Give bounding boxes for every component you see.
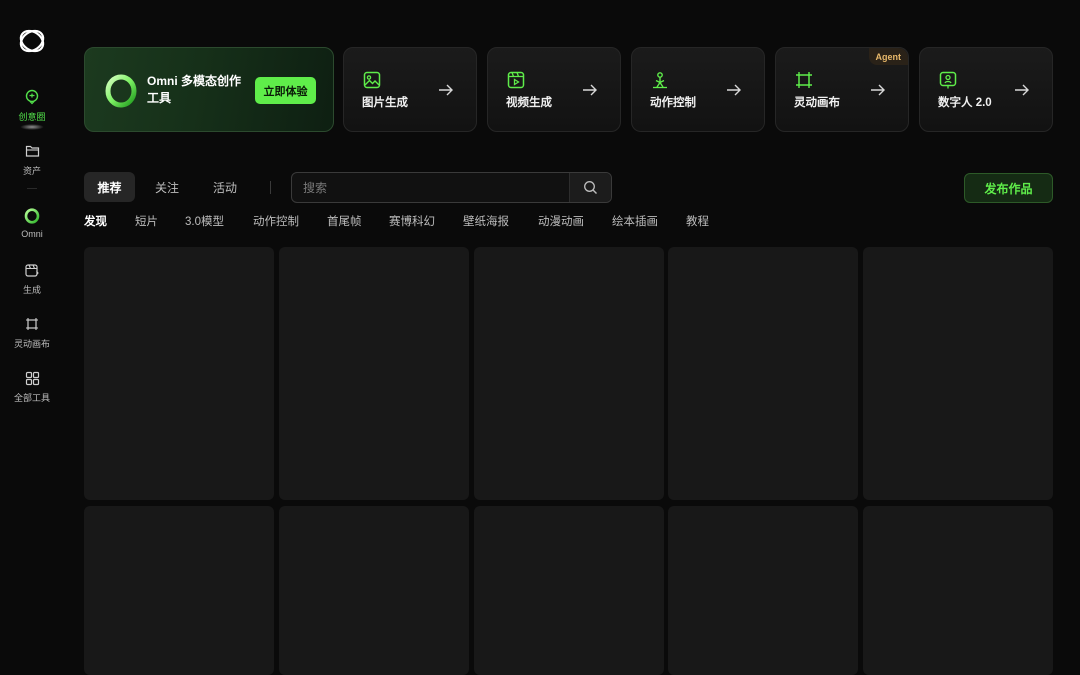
- canvas-frame-icon: [23, 315, 41, 333]
- canvas-card[interactable]: Agent 灵动画布: [775, 47, 909, 132]
- category-tutorial[interactable]: 教程: [686, 213, 709, 229]
- sidebar-item-label: 灵动画布: [13, 339, 50, 349]
- creative-circle-icon: [23, 88, 41, 106]
- sidebar-item-all-tools[interactable]: 全部工具: [0, 369, 64, 417]
- tab-separator: [270, 181, 271, 194]
- search-box: [291, 172, 612, 203]
- image-generation-card[interactable]: 图片生成: [343, 47, 477, 132]
- omni-card-title: Omni 多模态创作工具: [147, 74, 242, 105]
- tab-recommended[interactable]: 推荐: [84, 172, 135, 202]
- folder-icon: [23, 142, 41, 160]
- feature-card-label: 视频生成: [506, 97, 552, 109]
- content-card[interactable]: [84, 247, 274, 500]
- active-indicator: [20, 124, 44, 130]
- try-now-button[interactable]: 立即体验: [255, 77, 316, 104]
- content-card[interactable]: [668, 506, 858, 675]
- content-card[interactable]: [279, 247, 469, 500]
- arrow-right-icon: [1015, 84, 1029, 96]
- app-root: 创意圈 资产 Omni 生成 灵动画布 全部工具 Omni 多模态创作工具 立即…: [0, 0, 1080, 675]
- arrow-right-icon: [727, 84, 741, 96]
- sidebar-item-label: 创意圈: [18, 112, 46, 122]
- feature-card-label: 动作控制: [650, 97, 696, 109]
- content-card[interactable]: [279, 506, 469, 675]
- canvas-frame-icon: [796, 72, 812, 88]
- sidebar-divider: [27, 188, 37, 189]
- feature-card-label: 数字人 2.0: [938, 97, 992, 109]
- content-card[interactable]: [668, 247, 858, 500]
- content-card[interactable]: [84, 506, 274, 675]
- category-motion-control[interactable]: 动作控制: [253, 213, 299, 229]
- sidebar-item-canvas[interactable]: 灵动画布: [0, 315, 64, 363]
- search-button[interactable]: [569, 173, 611, 202]
- category-anime[interactable]: 动漫动画: [538, 213, 584, 229]
- omni-ring-icon: [105, 74, 137, 108]
- sidebar-item-label: Omni: [21, 229, 43, 239]
- tab-following[interactable]: 关注: [144, 172, 190, 202]
- digital-human-icon: [939, 71, 957, 89]
- sidebar-item-omni[interactable]: Omni: [0, 207, 64, 255]
- arrow-right-icon: [439, 84, 453, 96]
- sidebar-item-label: 资产: [22, 166, 41, 176]
- motion-control-card[interactable]: 动作控制: [631, 47, 765, 132]
- arrow-right-icon: [583, 84, 597, 96]
- feature-card-label: 灵动画布: [794, 97, 840, 109]
- sidebar-item-label: 生成: [22, 285, 41, 295]
- category-wallpaper-poster[interactable]: 壁纸海报: [463, 213, 509, 229]
- generate-icon: [23, 261, 41, 279]
- grid-apps-icon: [23, 369, 41, 387]
- image-icon: [363, 71, 381, 89]
- category-picture-book[interactable]: 绘本插画: [612, 213, 658, 229]
- digital-human-card[interactable]: 数字人 2.0: [919, 47, 1053, 132]
- content-card[interactable]: [863, 506, 1053, 675]
- app-logo-icon[interactable]: [16, 25, 48, 57]
- content-card[interactable]: [474, 247, 664, 500]
- omni-feature-card[interactable]: Omni 多模态创作工具 立即体验: [84, 47, 334, 132]
- category-model-3[interactable]: 3.0模型: [185, 213, 224, 229]
- video-generation-card[interactable]: 视频生成: [487, 47, 621, 132]
- category-discover[interactable]: 发现: [84, 213, 107, 229]
- motion-control-icon: [653, 72, 667, 89]
- omni-ring-icon: [23, 207, 41, 225]
- category-first-last-frame[interactable]: 首尾帧: [327, 213, 362, 229]
- video-icon: [507, 71, 525, 89]
- category-shorts[interactable]: 短片: [135, 213, 158, 229]
- category-cyber-scifi[interactable]: 赛博科幻: [389, 213, 435, 229]
- tab-events[interactable]: 活动: [202, 172, 248, 202]
- sidebar-item-label: 全部工具: [13, 393, 50, 403]
- content-card[interactable]: [863, 247, 1053, 500]
- sidebar-item-assets[interactable]: 资产: [0, 142, 64, 190]
- agent-badge: Agent: [868, 48, 908, 65]
- search-input[interactable]: [292, 173, 570, 202]
- search-icon: [584, 181, 597, 194]
- publish-work-button[interactable]: 发布作品: [964, 173, 1053, 203]
- sidebar: 创意圈 资产 Omni 生成 灵动画布 全部工具: [0, 0, 64, 675]
- content-card[interactable]: [474, 506, 664, 675]
- arrow-right-icon: [871, 84, 885, 96]
- sidebar-item-generate[interactable]: 生成: [0, 261, 64, 309]
- feature-card-label: 图片生成: [362, 97, 408, 109]
